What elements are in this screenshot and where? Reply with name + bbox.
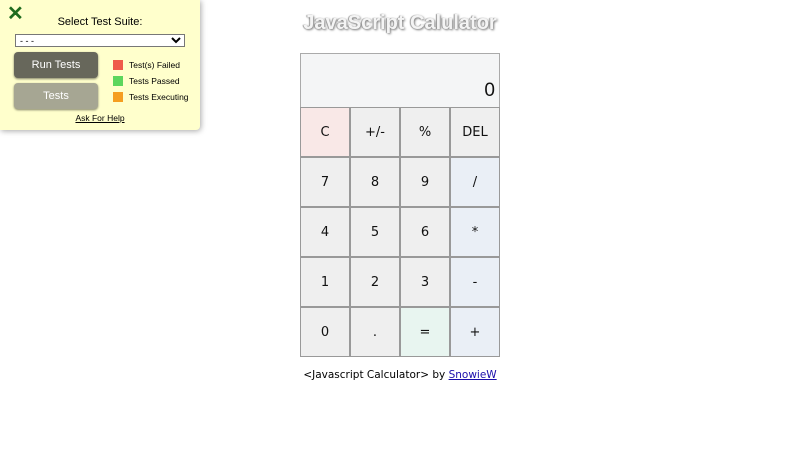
test-legend: Test(s) Failed Tests Passed Tests Execut…: [113, 57, 189, 105]
page-title: JavaScript Calulator: [303, 12, 497, 34]
delete-button[interactable]: DEL: [450, 107, 500, 157]
clear-button[interactable]: C: [300, 107, 350, 157]
digit-1-button[interactable]: 1: [300, 257, 350, 307]
legend-item-executing: Tests Executing: [113, 89, 189, 105]
digit-3-button[interactable]: 3: [400, 257, 450, 307]
multiply-button[interactable]: *: [450, 207, 500, 257]
legend-label: Tests Executing: [129, 92, 189, 102]
legend-item-failed: Test(s) Failed: [113, 57, 189, 73]
passed-swatch: [113, 76, 123, 86]
digit-6-button[interactable]: 6: [400, 207, 450, 257]
digit-5-button[interactable]: 5: [350, 207, 400, 257]
sign-toggle-button[interactable]: +/-: [350, 107, 400, 157]
digit-2-button[interactable]: 2: [350, 257, 400, 307]
failed-swatch: [113, 60, 123, 70]
percent-button[interactable]: %: [400, 107, 450, 157]
digit-8-button[interactable]: 8: [350, 157, 400, 207]
test-suite-select[interactable]: - - -: [15, 34, 185, 47]
footer: <Javascript Calculator> by SnowieW: [0, 369, 800, 381]
author-link[interactable]: SnowieW: [449, 369, 497, 381]
ask-for-help-link[interactable]: Ask For Help: [0, 113, 200, 123]
display-value: 0: [484, 80, 495, 101]
calculator-display: 0: [300, 53, 500, 108]
digit-4-button[interactable]: 4: [300, 207, 350, 257]
digit-7-button[interactable]: 7: [300, 157, 350, 207]
equals-button[interactable]: =: [400, 307, 450, 357]
legend-label: Tests Passed: [129, 76, 180, 86]
legend-label: Test(s) Failed: [129, 60, 181, 70]
run-tests-button[interactable]: Run Tests: [14, 52, 98, 78]
divide-button[interactable]: /: [450, 157, 500, 207]
digit-9-button[interactable]: 9: [400, 157, 450, 207]
footer-text: <Javascript Calculator> by: [303, 369, 449, 381]
keypad: C +/-% DEL 7 8 9/ 4 5 6 * 1 2 3- 0. = +: [300, 107, 500, 357]
subtract-button[interactable]: -: [450, 257, 500, 307]
executing-swatch: [113, 92, 123, 102]
legend-item-passed: Tests Passed: [113, 73, 189, 89]
calculator: 0 C +/-% DEL 7 8 9/ 4 5 6 * 1 2 3- 0. = +: [300, 53, 500, 357]
decimal-button[interactable]: .: [350, 307, 400, 357]
digit-0-button[interactable]: 0: [300, 307, 350, 357]
add-button[interactable]: +: [450, 307, 500, 357]
tests-button[interactable]: Tests: [14, 83, 98, 109]
